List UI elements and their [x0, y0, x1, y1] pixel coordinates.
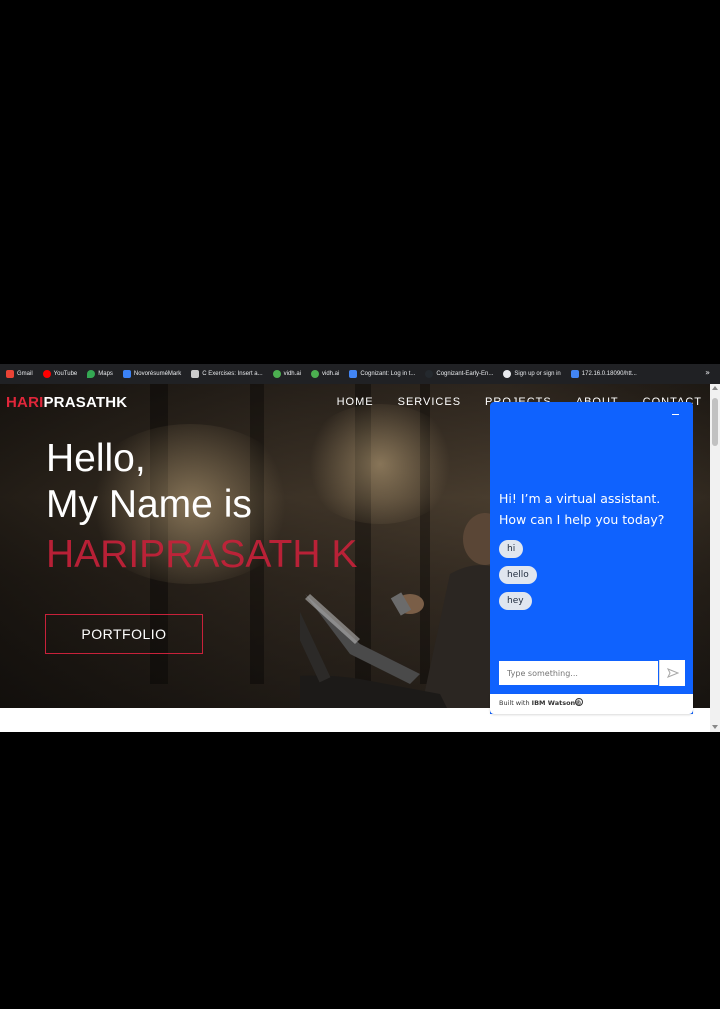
nav-services[interactable]: SERVICES — [398, 396, 461, 408]
chat-widget: Hi! I’m a virtual assistant. How can I h… — [490, 402, 693, 714]
site-logo[interactable]: HARIPRASATHK — [6, 394, 127, 411]
cognizant-icon — [349, 370, 358, 378]
page-scrollbar[interactable] — [710, 384, 720, 732]
nav-home[interactable]: HOME — [337, 396, 374, 408]
bookmark-maps[interactable]: Maps — [87, 370, 113, 378]
hero-greeting-line1: Hello, — [46, 437, 146, 480]
chat-welcome-message: Hi! I’m a virtual assistant. How can I h… — [499, 491, 665, 527]
globe-icon — [503, 370, 512, 378]
portfolio-button[interactable]: PORTFOLIO — [45, 614, 203, 654]
suggestion-chip-hello[interactable]: hello — [499, 566, 537, 584]
hero-greeting-line2: My Name is — [46, 483, 252, 526]
chat-footer-text: Built with IBM Watson® — [499, 699, 582, 707]
gmail-icon — [6, 370, 14, 378]
bookmark-local-ip[interactable]: 172.16.0.18090/htt... — [570, 370, 637, 378]
bookmark-sign-up[interactable]: Sign up or sign in — [503, 370, 561, 378]
browser-screen: Gmail YouTube Maps NovorésuméMark C Exer… — [0, 364, 720, 732]
scroll-thumb[interactable] — [712, 398, 718, 446]
maps-icon — [87, 370, 96, 378]
bookmark-cognizant-early[interactable]: Cognizant-Early-En... — [425, 370, 493, 378]
bookmark-vidh-2[interactable]: vidh.ai — [310, 370, 339, 378]
send-icon — [666, 668, 679, 678]
bookmark-cognizant-login[interactable]: Cognizant: Log in t... — [349, 370, 415, 378]
bookmark-gmail[interactable]: Gmail — [6, 370, 33, 378]
chat-footer: Built with IBM Watson® i — [490, 694, 693, 714]
github-icon — [425, 370, 434, 378]
vidh-icon — [310, 370, 319, 378]
minimize-icon[interactable] — [672, 414, 679, 415]
bookmark-c-exercises[interactable]: C Exercises: Insert a... — [191, 370, 263, 378]
bookmark-vidh-1[interactable]: vidh.ai — [272, 370, 301, 378]
hero-name: HARIPRASATH K — [46, 533, 358, 576]
suggestion-chip-hey[interactable]: hey — [499, 592, 532, 610]
novoresume-icon — [122, 370, 131, 378]
bookmark-novoresume[interactable]: NovorésuméMark — [122, 370, 181, 378]
scroll-down-arrow-icon[interactable] — [712, 725, 718, 729]
info-icon[interactable]: i — [575, 698, 583, 706]
more-bookmarks-icon[interactable]: » — [705, 368, 710, 377]
w3-icon — [191, 370, 200, 378]
bookmarks-bar: Gmail YouTube Maps NovorésuméMark C Exer… — [0, 364, 720, 384]
chat-input-area — [498, 660, 685, 686]
scroll-up-arrow-icon[interactable] — [712, 386, 718, 390]
suggestion-chip-hi[interactable]: hi — [499, 540, 524, 558]
vidh-icon — [272, 370, 281, 378]
youtube-icon — [42, 370, 51, 378]
s-icon — [570, 370, 579, 378]
bookmark-youtube[interactable]: YouTube — [42, 370, 77, 378]
send-button[interactable] — [659, 660, 685, 686]
chat-message-input[interactable] — [498, 660, 659, 686]
